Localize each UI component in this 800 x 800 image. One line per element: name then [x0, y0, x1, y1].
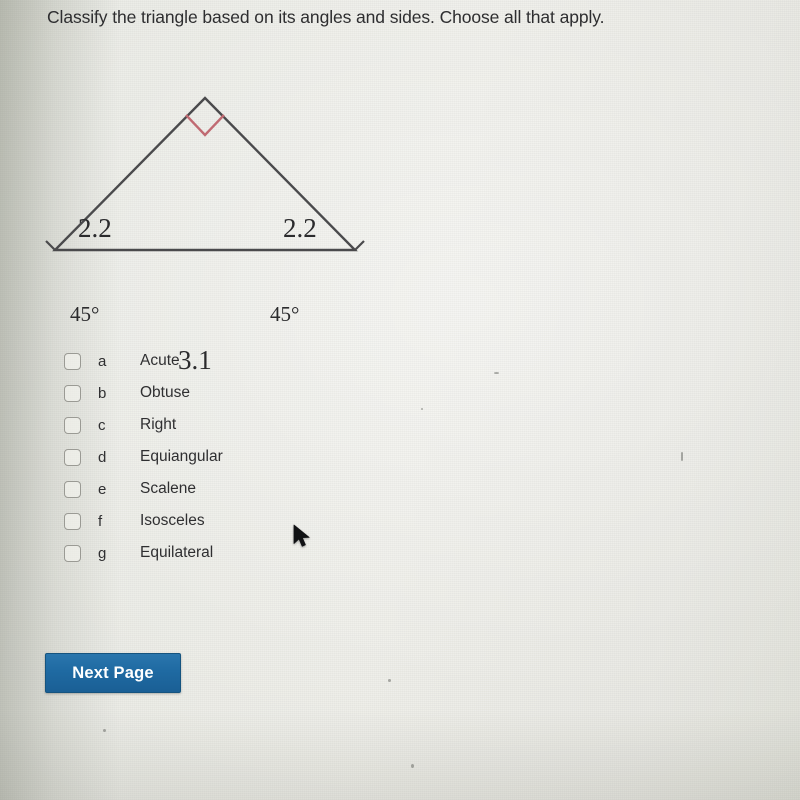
choice-label: Equilateral [140, 544, 214, 561]
question-page: Classify the triangle based on its angle… [0, 0, 800, 800]
answer-choice-row[interactable]: f Isosceles [64, 505, 394, 537]
answer-choice-row[interactable]: d Equiangular [64, 441, 394, 473]
choice-letter: c [98, 416, 106, 434]
choice-letter: a [98, 352, 107, 370]
answer-choice-row[interactable]: b Obtuse [64, 377, 394, 409]
choice-label: Right [140, 416, 177, 433]
choice-letter: e [98, 480, 107, 498]
checkbox-e[interactable] [64, 480, 81, 498]
checkbox-d[interactable] [64, 448, 81, 466]
checkbox-a[interactable] [64, 352, 81, 370]
triangle-svg [45, 96, 365, 252]
choice-letter: b [98, 384, 107, 402]
answer-choice-row[interactable]: e Scalene [64, 473, 394, 505]
answer-choice-row[interactable]: c Right [64, 409, 394, 441]
choice-label: Equiangular [140, 448, 223, 465]
choice-label: Obtuse [140, 384, 190, 401]
side-length-right-label: 2.2 [283, 213, 317, 243]
answer-choice-row[interactable]: a Acute [64, 345, 394, 377]
checkbox-f[interactable] [64, 512, 81, 530]
angle-right-label: 45° [270, 302, 300, 326]
choice-label: Acute [140, 352, 180, 369]
right-angle-mark-icon [185, 114, 225, 137]
question-prompt: Classify the triangle based on its angle… [47, 7, 605, 27]
triangle-figure: 2.2 2.2 3.1 45° 45° [0, 80, 400, 375]
choice-letter: g [98, 544, 107, 562]
left-vertex-tick [45, 240, 56, 251]
right-vertex-tick [354, 240, 365, 251]
checkbox-c[interactable] [64, 416, 81, 434]
side-length-left-label: 2.2 [78, 213, 112, 243]
checkbox-b[interactable] [64, 384, 81, 402]
choice-letter: f [98, 512, 103, 530]
next-page-button[interactable]: Next Page [45, 653, 181, 693]
answer-choice-list: a Acute b Obtuse c Right d Equiangular e Scalene f… [64, 345, 394, 569]
choice-letter: d [98, 448, 107, 466]
answer-choice-row[interactable]: g Equilateral [64, 537, 394, 569]
angle-left-label: 45° [70, 302, 100, 326]
choice-label: Scalene [140, 480, 197, 497]
choice-label: Isosceles [140, 512, 205, 529]
checkbox-g[interactable] [64, 544, 81, 562]
